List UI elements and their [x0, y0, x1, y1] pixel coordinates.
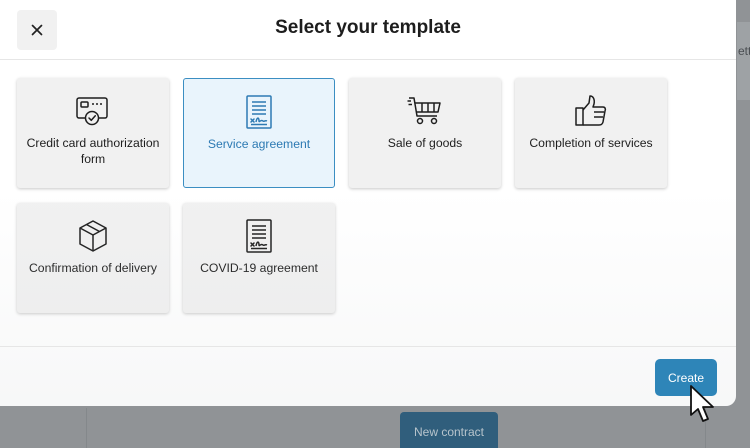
template-card-completion-of-services[interactable]: Completion of services [515, 78, 667, 188]
template-label: Credit card authorization form [26, 136, 160, 166]
template-label: Confirmation of delivery [28, 261, 158, 275]
new-contract-button: New contract [400, 412, 498, 448]
background-divider [86, 408, 87, 448]
template-label: Completion of services [529, 136, 653, 150]
template-label: Sale of goods [387, 136, 463, 150]
shopping-cart-icon [407, 93, 443, 129]
document-signature-icon [241, 94, 277, 130]
mouse-pointer-icon [690, 385, 714, 422]
template-card-sale-of-goods[interactable]: Sale of goods [349, 78, 501, 188]
template-card-service-agreement[interactable]: Service agreement [183, 78, 335, 188]
credit-card-check-icon [75, 93, 111, 129]
thumbs-up-icon [573, 93, 609, 129]
template-card-covid-19-agreement[interactable]: COVID-19 agreement [183, 203, 335, 313]
template-label: COVID-19 agreement [200, 261, 318, 275]
template-modal: Select your template Credit card authori… [0, 0, 736, 406]
background-panel-edge [737, 22, 750, 100]
template-label: Service agreement [207, 137, 311, 151]
box-icon [75, 218, 111, 254]
modal-title: Select your template [275, 17, 461, 38]
document-signature-icon [241, 218, 277, 254]
background-fragment-text: ett [738, 44, 750, 58]
template-card-credit-card[interactable]: Credit card authorization form [17, 78, 169, 188]
modal-footer [0, 346, 736, 406]
modal-header: Select your template [0, 0, 736, 60]
template-card-confirmation-of-delivery[interactable]: Confirmation of delivery [17, 203, 169, 313]
